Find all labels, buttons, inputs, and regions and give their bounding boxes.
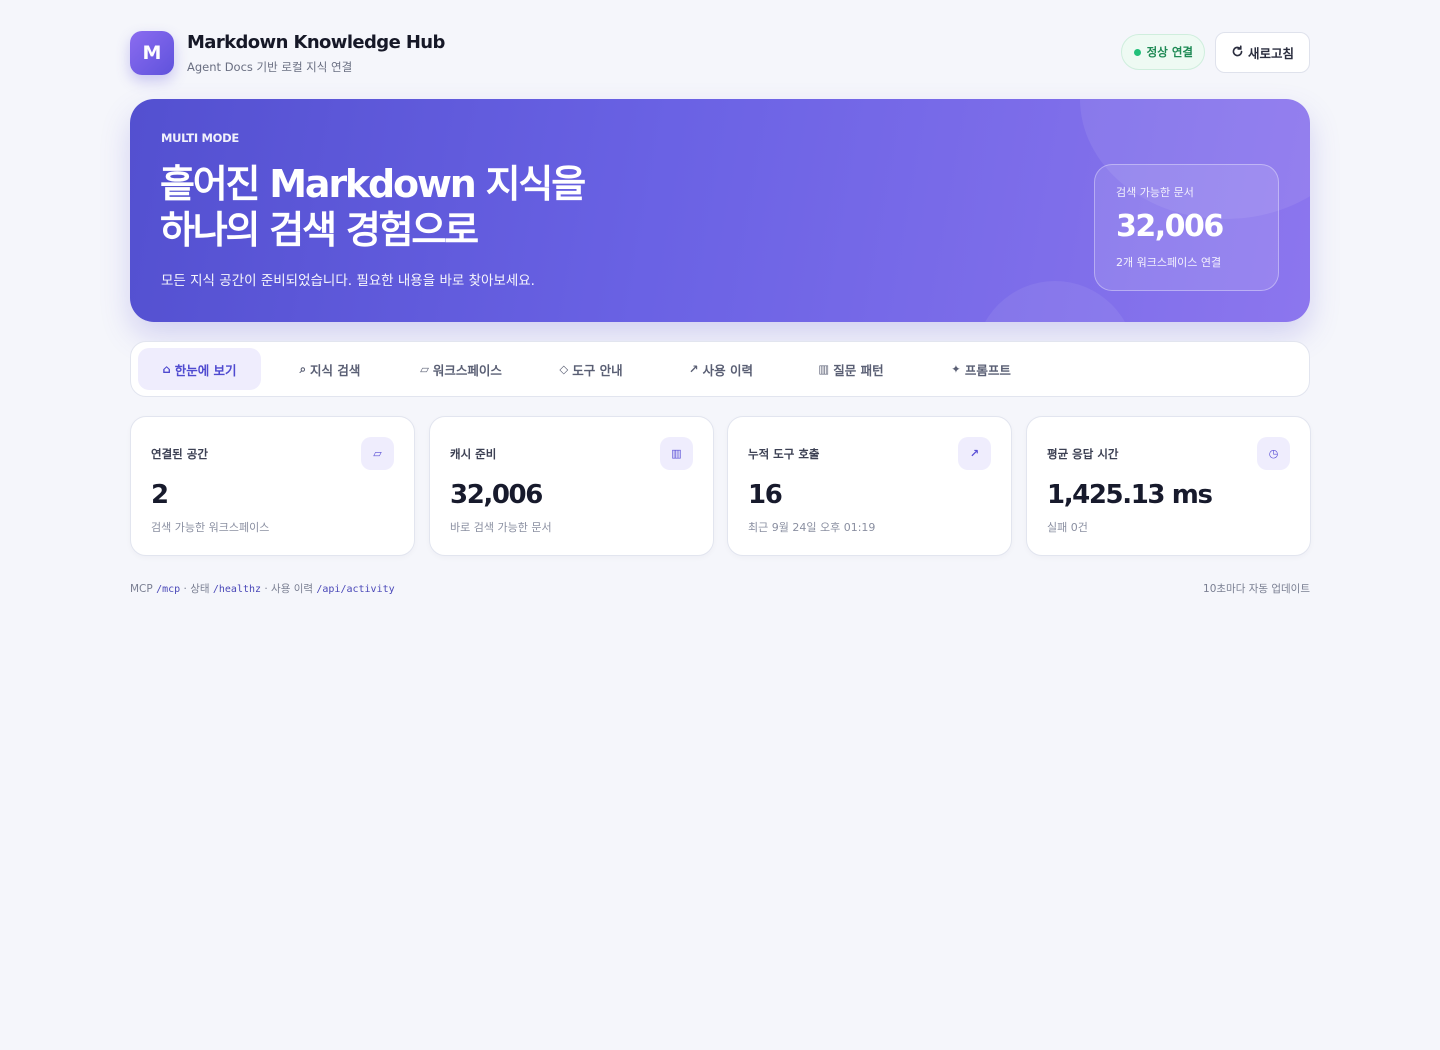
- card-value: 1,425.13 ms: [1047, 480, 1213, 510]
- tab-label: 도구 안내: [572, 362, 623, 378]
- hero-stat-value: 32,006: [1116, 209, 1224, 244]
- footer-health-path[interactable]: /healthz: [213, 584, 261, 595]
- stat-card-connected-spaces: 연결된 공간 ▱ 2 검색 가능한 워크스페이스: [130, 416, 415, 556]
- status-badge: 정상 연결: [1120, 34, 1205, 70]
- card-value: 16: [748, 480, 783, 510]
- columns-icon: ▥: [660, 437, 693, 470]
- card-label: 평균 응답 시간: [1047, 447, 1119, 461]
- card-sub: 바로 검색 가능한 문서: [450, 521, 552, 534]
- header: M Markdown Knowledge Hub Agent Docs 기반 로…: [130, 0, 1310, 99]
- tab-prompts[interactable]: ✦ 프롬프트: [926, 348, 1036, 390]
- app-logo: M: [130, 31, 174, 75]
- stat-card-response-time: 평균 응답 시간 ◷ 1,425.13 ms 실패 0건: [1026, 416, 1311, 556]
- home-icon: ⌂: [162, 362, 171, 376]
- tab-bar: ⌂ 한눈에 보기 ⌕ 지식 검색 ▱ 워크스페이스 ◇ 도구 안내 ↗ 사용 이…: [130, 341, 1310, 397]
- diamond-icon: ◇: [559, 362, 569, 376]
- card-value: 2: [151, 480, 169, 510]
- tab-overview[interactable]: ⌂ 한눈에 보기: [138, 348, 261, 390]
- status-label: 정상 연결: [1146, 45, 1193, 59]
- card-value: 32,006: [450, 480, 543, 510]
- card-label: 연결된 공간: [151, 447, 208, 461]
- hero-title-line1: 흩어진 Markdown 지식을: [160, 162, 586, 206]
- workspace-icon: ▱: [361, 437, 394, 470]
- arrow-up-right-icon: ↗: [689, 362, 699, 376]
- tab-label: 워크스페이스: [432, 362, 502, 378]
- hero-title: 흩어진 Markdown 지식을 하나의 검색 경험으로: [160, 161, 586, 253]
- card-label: 캐시 준비: [450, 447, 497, 461]
- footer: MCP /mcp · 상태 /healthz · 사용 이력 /api/acti…: [130, 581, 1310, 596]
- app-title: Markdown Knowledge Hub: [187, 32, 445, 53]
- tab-label: 질문 패턴: [833, 362, 884, 378]
- footer-auto-update: 10초마다 자동 업데이트: [1203, 583, 1310, 595]
- footer-mcp-label: MCP: [130, 583, 153, 595]
- hero-eyebrow: MULTI MODE: [161, 131, 239, 145]
- app-container: M Markdown Knowledge Hub Agent Docs 기반 로…: [130, 0, 1311, 595]
- stat-card-cache: 캐시 준비 ▥ 32,006 바로 검색 가능한 문서: [429, 416, 714, 556]
- footer-status-label: · 상태: [183, 583, 210, 595]
- tab-label: 사용 이력: [702, 362, 753, 378]
- card-sub: 실패 0건: [1047, 521, 1088, 534]
- search-icon: ⌕: [299, 361, 307, 376]
- refresh-icon: [1231, 44, 1244, 61]
- tab-tools[interactable]: ◇ 도구 안내: [536, 348, 646, 390]
- arrow-up-right-icon: ↗: [958, 437, 991, 470]
- tab-label: 한눈에 보기: [174, 362, 237, 378]
- footer-activity-label: · 사용 이력: [264, 583, 314, 595]
- hero-title-line2: 하나의 검색 경험으로: [160, 208, 479, 252]
- tab-search[interactable]: ⌕ 지식 검색: [273, 348, 387, 390]
- stat-card-tool-calls: 누적 도구 호출 ↗ 16 최근 9월 24일 오후 01:19: [727, 416, 1012, 556]
- hero-description: 모든 지식 공간이 준비되었습니다. 필요한 내용을 바로 찾아보세요.: [161, 273, 535, 289]
- status-dot-icon: [1133, 48, 1141, 56]
- workspace-icon: ▱: [420, 362, 429, 376]
- card-sub: 최근 9월 24일 오후 01:19: [748, 521, 876, 534]
- app-subtitle: Agent Docs 기반 로컬 지식 연결: [187, 60, 353, 74]
- card-sub: 검색 가능한 워크스페이스: [151, 521, 270, 534]
- columns-icon: ▥: [818, 362, 830, 376]
- tab-label: 지식 검색: [310, 362, 361, 378]
- footer-endpoints: MCP /mcp · 상태 /healthz · 사용 이력 /api/acti…: [130, 583, 395, 595]
- footer-mcp-path[interactable]: /mcp: [156, 584, 180, 595]
- hero-stat-sub: 2개 워크스페이스 연결: [1116, 256, 1222, 269]
- tab-activity[interactable]: ↗ 사용 이력: [666, 348, 776, 390]
- refresh-button[interactable]: 새로고침: [1215, 32, 1310, 73]
- hero-stat-label: 검색 가능한 문서: [1116, 186, 1194, 199]
- sparkle-icon: ✦: [951, 362, 961, 376]
- hero-stat-card: 검색 가능한 문서 32,006 2개 워크스페이스 연결: [1094, 164, 1279, 291]
- tab-question-patterns[interactable]: ▥ 질문 패턴: [796, 348, 906, 390]
- footer-activity-path[interactable]: /api/activity: [316, 584, 394, 595]
- hero-banner: MULTI MODE 흩어진 Markdown 지식을 하나의 검색 경험으로 …: [130, 99, 1310, 322]
- card-label: 누적 도구 호출: [748, 447, 820, 461]
- clock-icon: ◷: [1257, 437, 1290, 470]
- refresh-label: 새로고침: [1247, 46, 1294, 61]
- tab-workspaces[interactable]: ▱ 워크스페이스: [401, 348, 521, 390]
- tab-label: 프롬프트: [964, 362, 1011, 378]
